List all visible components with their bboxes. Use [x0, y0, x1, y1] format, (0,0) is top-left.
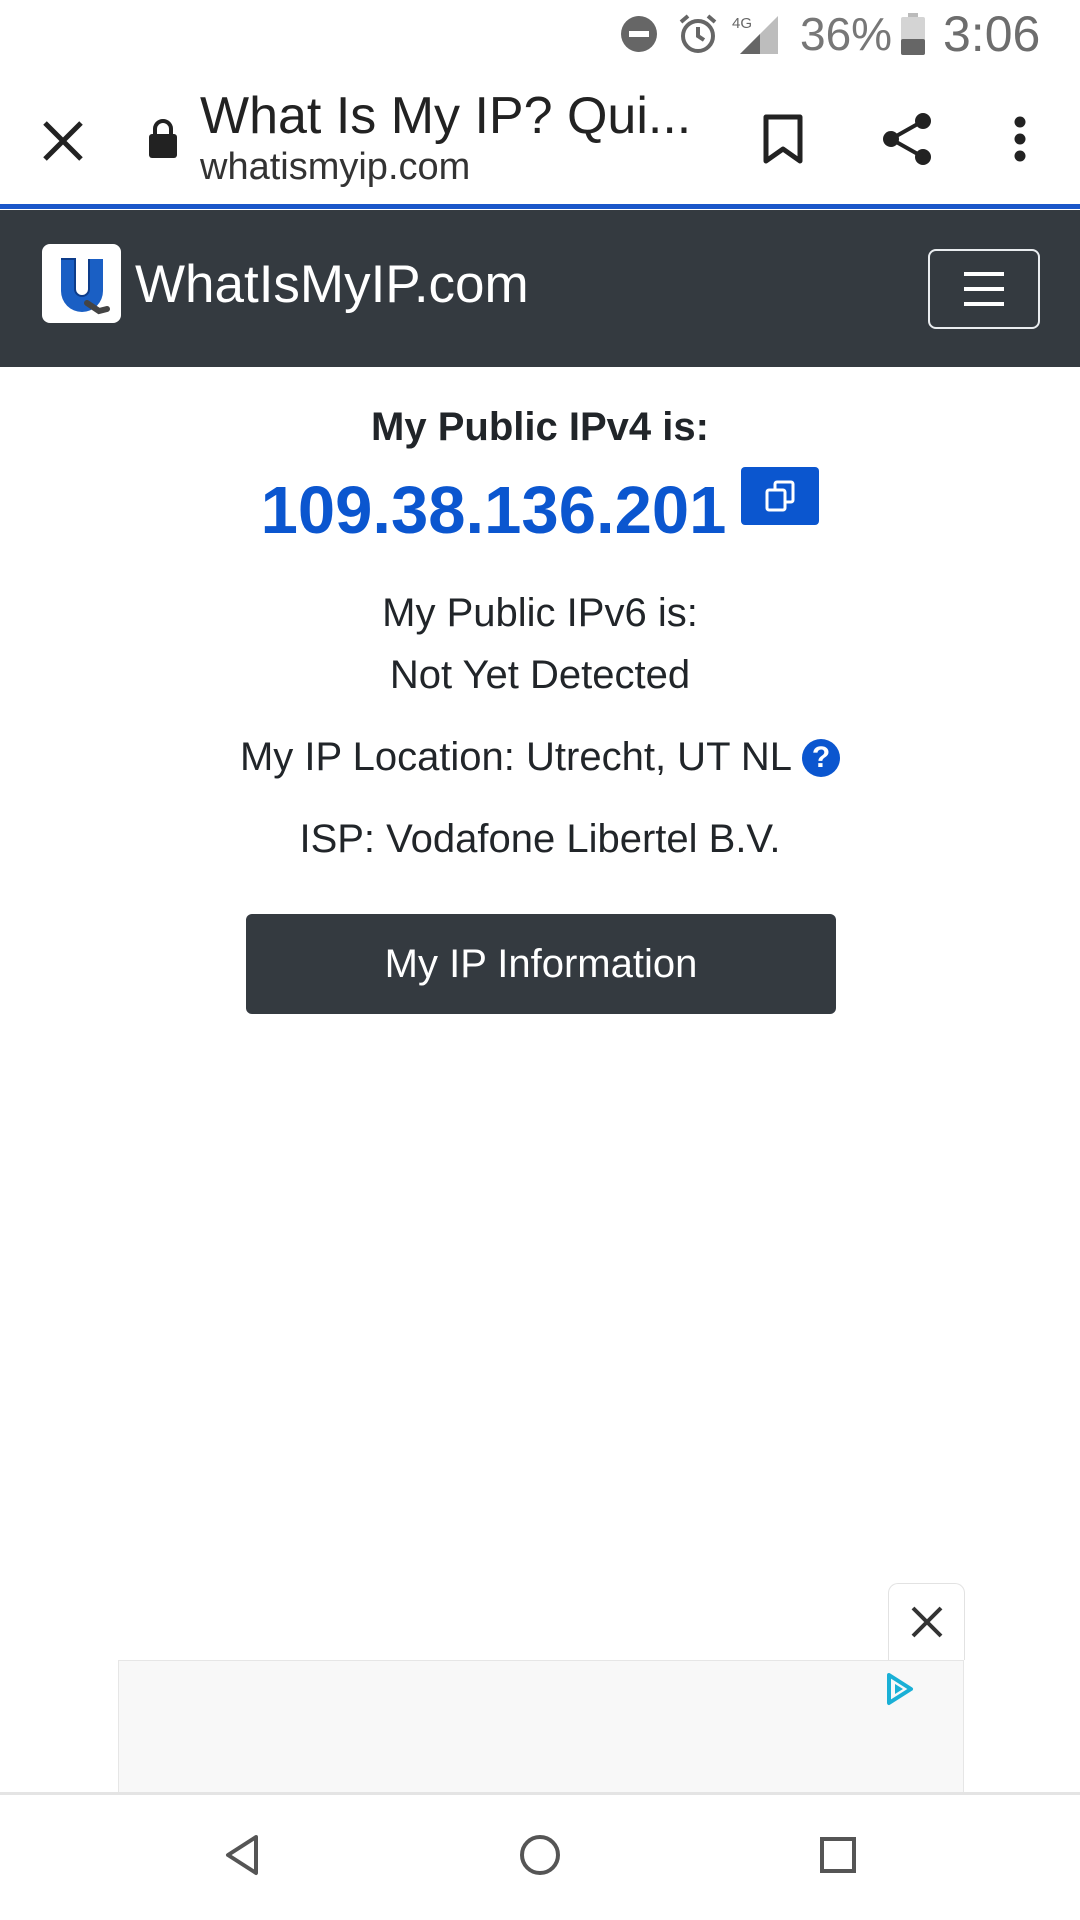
- page-load-progress: [0, 204, 1080, 209]
- ad-banner[interactable]: [118, 1660, 964, 1792]
- hamburger-menu-icon: [964, 272, 1004, 306]
- hamburger-menu-button[interactable]: [928, 249, 1040, 329]
- home-button[interactable]: [510, 1825, 570, 1885]
- status-bar: 4G 36% 3:06: [0, 0, 1080, 68]
- page-url[interactable]: whatismyip.com: [200, 146, 470, 189]
- close-tab-button[interactable]: [30, 108, 96, 174]
- page-title: What Is My IP? Qui...: [200, 87, 692, 145]
- share-button[interactable]: [876, 108, 938, 170]
- copy-icon: [765, 480, 795, 512]
- browser-toolbar: What Is My IP? Qui... whatismyip.com: [0, 68, 1080, 206]
- lock-icon: [146, 116, 180, 160]
- clock: 3:06: [943, 6, 1041, 62]
- share-icon: [883, 113, 931, 165]
- site-navbar: WhatIsMyIP.com: [0, 210, 1080, 367]
- ipv4-label: My Public IPv4 is:: [371, 405, 709, 449]
- bookmark-button[interactable]: [752, 108, 814, 170]
- isp-text: ISP: Vodafone Libertel B.V.: [299, 817, 781, 861]
- home-icon: [520, 1835, 560, 1875]
- ipv4-value: 109.38.136.201: [260, 473, 727, 548]
- recents-icon: [820, 1837, 856, 1873]
- more-options-button[interactable]: [995, 108, 1045, 170]
- recents-button[interactable]: [808, 1825, 868, 1885]
- site-brand[interactable]: WhatIsMyIP.com: [135, 254, 529, 315]
- bookmark-icon: [763, 114, 803, 164]
- help-icon[interactable]: ?: [802, 738, 841, 777]
- ipv6-label: My Public IPv6 is:: [382, 591, 698, 635]
- site-logo[interactable]: [42, 244, 121, 323]
- adchoices-icon[interactable]: [881, 1671, 917, 1707]
- battery-percent: 36%: [800, 8, 893, 60]
- close-icon: [43, 121, 83, 161]
- my-ip-information-button[interactable]: My IP Information: [246, 914, 836, 1014]
- back-button[interactable]: [212, 1825, 272, 1885]
- alarm-icon: [676, 0, 720, 68]
- system-nav-bar: [0, 1792, 1080, 1920]
- ip-location-row: My IP Location: Utrecht, UT NL ?: [0, 735, 1080, 780]
- ip-location-text: My IP Location: Utrecht, UT NL: [239, 735, 793, 779]
- signal-icon: 4G: [730, 0, 784, 68]
- network-type-label: 4G: [732, 15, 752, 32]
- close-icon: [911, 1606, 942, 1638]
- copy-ip-button[interactable]: [741, 467, 820, 525]
- battery-icon: [900, 0, 926, 68]
- back-icon: [226, 1835, 258, 1875]
- more-vert-icon: [1014, 116, 1026, 162]
- ipv6-value: Not Yet Detected: [389, 653, 691, 697]
- ipv4-row: 109.38.136.201: [0, 467, 1080, 544]
- ad-close-button[interactable]: [888, 1583, 965, 1660]
- do-not-disturb-icon: [619, 0, 659, 68]
